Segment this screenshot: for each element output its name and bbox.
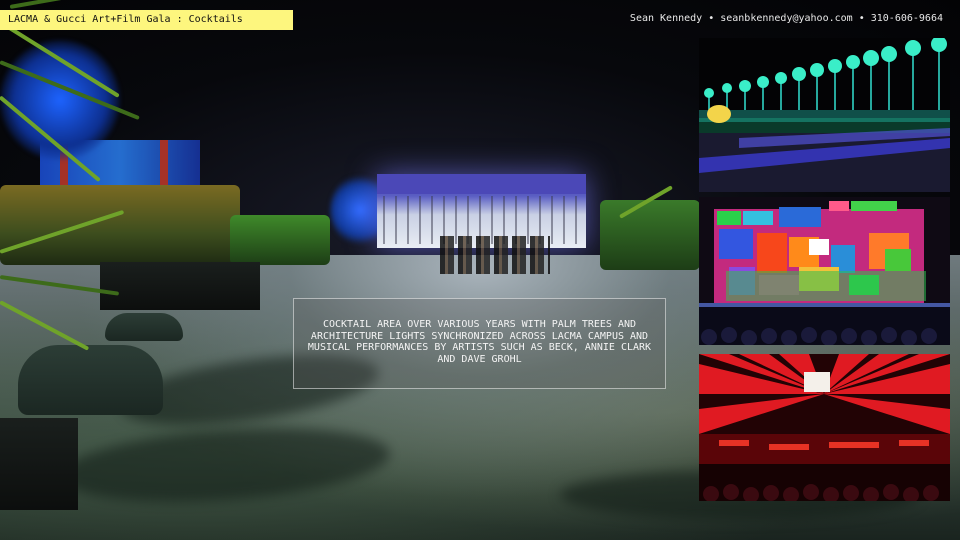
planter-box: [100, 262, 260, 310]
caption-text: COCKTAIL AREA OVER VARIOUS YEARS WITH PA…: [307, 319, 652, 365]
palm-tree-promenade-photo: [699, 38, 950, 192]
guests-crowd: [440, 236, 550, 274]
round-ottoman: [105, 313, 183, 341]
slide-title: LACMA & Gucci Art+Film Gala : Cocktails: [0, 10, 293, 30]
colorful-stage-concert-photo: [699, 197, 950, 345]
planter-front: [0, 418, 78, 510]
hedge-left: [0, 185, 240, 265]
slide: LACMA & Gucci Art+Film Gala : Cocktails …: [0, 0, 960, 540]
curved-bench: [18, 345, 163, 415]
hedge-right: [600, 200, 700, 270]
caption-box: COCKTAIL AREA OVER VARIOUS YEARS WITH PA…: [293, 298, 666, 389]
contact-info: Sean Kennedy • seanbkennedy@yahoo.com • …: [629, 13, 943, 24]
red-stage-concert-photo: [699, 354, 950, 501]
